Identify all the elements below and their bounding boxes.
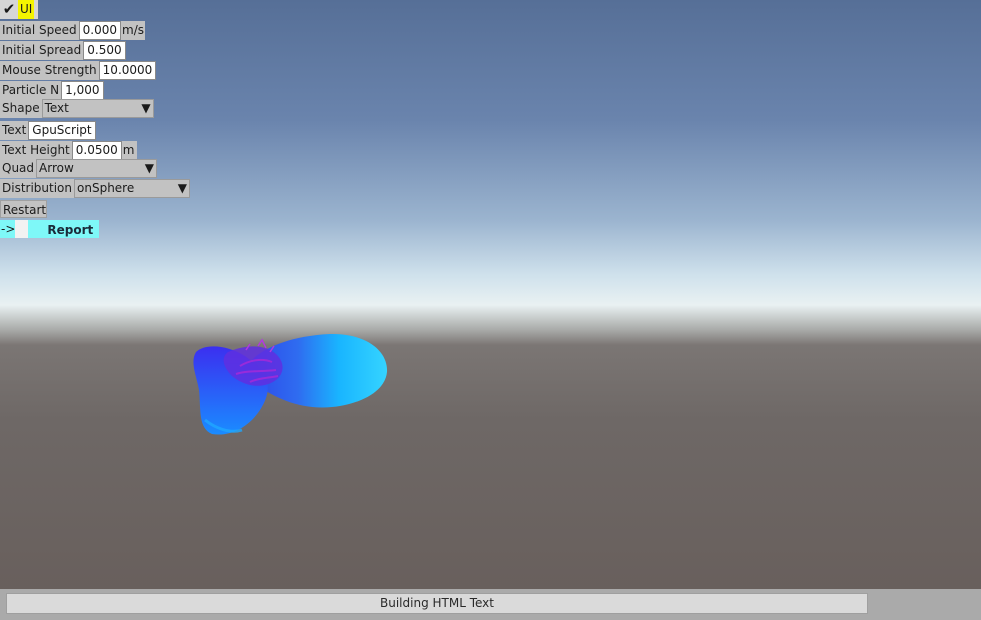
dropdown-arrow-icon: ▼ <box>141 101 151 115</box>
text-height-input[interactable]: 0.0500 <box>71 141 122 160</box>
initial-speed-label: Initial Speed <box>0 21 79 40</box>
distribution-selected: onSphere <box>77 181 135 195</box>
shape-row: Shape Text ▼ <box>0 99 154 118</box>
dropdown-arrow-icon: ▼ <box>177 181 188 195</box>
mouse-strength-label: Mouse Strength <box>0 61 99 80</box>
report-row: -> Report <box>0 220 100 238</box>
shape-selected: Text <box>44 101 69 115</box>
report-arrow-label: -> <box>0 220 16 238</box>
initial-speed-input[interactable]: 0.000 <box>78 21 121 40</box>
status-bar: Building HTML Text <box>0 589 981 620</box>
report-button[interactable]: Report <box>28 220 100 238</box>
ui-toggle-label: UI <box>18 0 35 19</box>
distribution-dropdown[interactable]: onSphere ▼ <box>74 179 191 198</box>
ui-visibility-toggle[interactable]: ✔ UI <box>0 0 38 19</box>
restart-button[interactable]: Restart <box>0 200 47 218</box>
quad-label: Quad <box>0 159 37 178</box>
quad-dropdown[interactable]: Arrow ▼ <box>36 159 158 178</box>
mouse-strength-row: Mouse Strength 10.0000 <box>0 61 157 80</box>
initial-speed-unit: m/s <box>121 21 145 40</box>
3d-viewport[interactable] <box>0 0 981 620</box>
text-input[interactable]: GpuScript <box>28 121 96 140</box>
initial-spread-input[interactable]: 0.500 <box>83 41 126 60</box>
status-text: Building HTML Text <box>6 593 868 614</box>
distribution-label: Distribution <box>0 179 75 198</box>
particle-n-label: Particle N <box>0 81 62 100</box>
text-height-label: Text Height <box>0 141 72 160</box>
initial-speed-row: Initial Speed 0.000 m/s <box>0 21 145 40</box>
particle-n-input[interactable]: 1,000 <box>61 81 104 100</box>
mouse-strength-input[interactable]: 10.0000 <box>98 61 157 80</box>
text-row: Text GpuScript <box>0 121 96 140</box>
report-checkbox[interactable] <box>15 220 29 238</box>
particle-cloud <box>193 333 388 435</box>
text-height-unit: m <box>121 141 138 160</box>
shape-label: Shape <box>0 99 42 118</box>
quad-selected: Arrow <box>39 161 74 175</box>
quad-row: Quad Arrow ▼ <box>0 159 158 178</box>
text-label: Text <box>0 121 29 140</box>
dropdown-arrow-icon: ▼ <box>144 161 155 175</box>
check-icon: ✔ <box>2 0 16 18</box>
particle-n-row: Particle N 1,000 <box>0 81 104 100</box>
text-height-row: Text Height 0.0500 m <box>0 141 138 160</box>
distribution-row: Distribution onSphere ▼ <box>0 179 191 198</box>
initial-spread-row: Initial Spread 0.500 <box>0 41 126 60</box>
shape-dropdown[interactable]: Text ▼ <box>41 99 154 118</box>
initial-spread-label: Initial Spread <box>0 41 84 60</box>
